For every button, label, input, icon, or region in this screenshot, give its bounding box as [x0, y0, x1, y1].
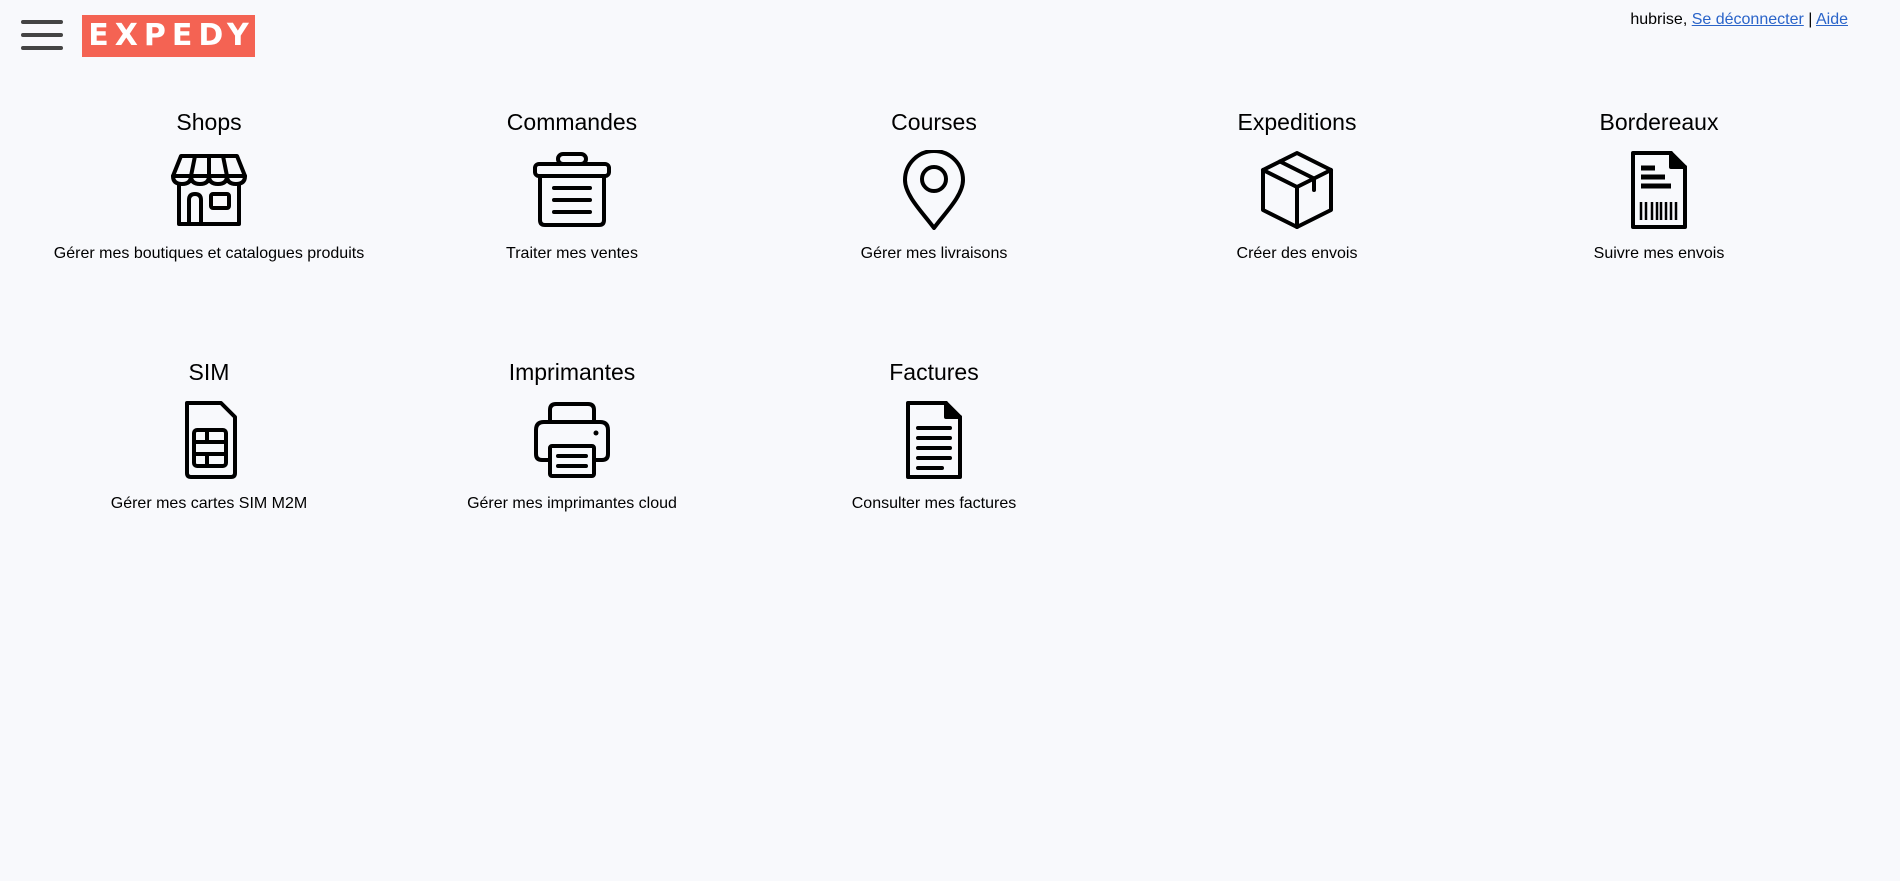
- tile-expeditions[interactable]: Expeditions Créer des envois: [1117, 108, 1477, 264]
- tile-description: Suivre mes envois: [1593, 245, 1725, 262]
- tile-commandes[interactable]: Commandes Traiter mes ventes: [392, 108, 752, 264]
- tile-description: Gérer mes imprimantes cloud: [467, 495, 677, 512]
- sim-card-icon: [169, 400, 249, 480]
- map-pin-icon: [894, 150, 974, 230]
- tile-title: Bordereaux: [1599, 109, 1719, 135]
- tile-title: Shops: [176, 109, 242, 135]
- tile-shops[interactable]: Shops Gérer mes boutiques et catalogues …: [29, 108, 389, 264]
- tile-description: Gérer mes livraisons: [860, 245, 1008, 262]
- tile-description: Créer des envois: [1236, 245, 1358, 262]
- tile-title: Imprimantes: [508, 359, 636, 385]
- tile-title: Commandes: [506, 109, 638, 135]
- tile-description: Gérer mes cartes SIM M2M: [110, 495, 308, 512]
- storefront-icon: [169, 150, 249, 230]
- tile-title: Expeditions: [1237, 109, 1357, 135]
- tile-sim[interactable]: SIM Gérer mes cartes SIM M2M: [29, 358, 389, 514]
- invoice-document-icon: [894, 400, 974, 480]
- tile-title: Factures: [889, 359, 979, 385]
- tile-factures[interactable]: Factures Consulter mes factures: [754, 358, 1114, 514]
- tile-title: SIM: [188, 359, 230, 385]
- tile-imprimantes[interactable]: Imprimantes Gérer mes imprimantes cloud: [392, 358, 752, 514]
- barcode-document-icon: [1619, 150, 1699, 230]
- printer-icon: [532, 400, 612, 480]
- tile-title: Courses: [891, 109, 977, 135]
- tile-bordereaux[interactable]: Bordereaux Suivre mes envois: [1479, 108, 1839, 264]
- tile-description: Traiter mes ventes: [506, 245, 638, 262]
- tile-courses[interactable]: Courses Gérer mes livraisons: [754, 108, 1114, 264]
- modules-grid: Shops Gérer mes boutiques et catalogues …: [0, 0, 1900, 881]
- tile-description: Gérer mes boutiques et catalogues produi…: [53, 245, 365, 262]
- basket-icon: [532, 150, 612, 230]
- package-box-icon: [1257, 150, 1337, 230]
- tile-description: Consulter mes factures: [851, 495, 1017, 512]
